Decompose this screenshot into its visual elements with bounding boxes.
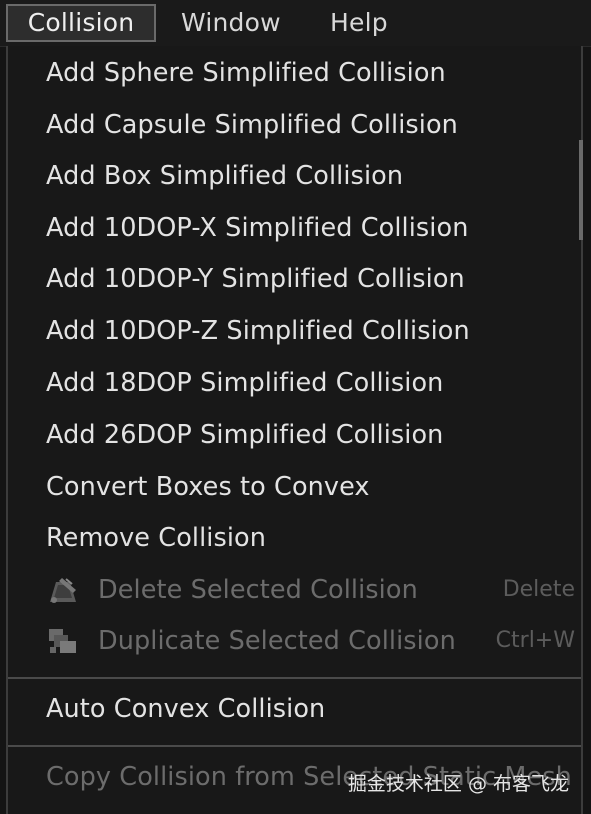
menu-item-label: Add 18DOP Simplified Collision — [46, 368, 444, 398]
menu-item-label: Add 26DOP Simplified Collision — [46, 420, 444, 450]
menu-item-remove-collision[interactable]: Remove Collision — [46, 518, 266, 558]
menu-item-add-10dop-y[interactable]: Add 10DOP-Y Simplified Collision — [46, 259, 465, 299]
menu-item-add-18dop[interactable]: Add 18DOP Simplified Collision — [46, 363, 443, 403]
menu-item-label: Add 10DOP-Z Simplified Collision — [46, 316, 470, 346]
menu-window[interactable]: Window — [181, 4, 281, 42]
menu-item-add-capsule[interactable]: Add Capsule Simplified Collision — [46, 105, 458, 145]
menu-item-auto-convex[interactable]: Auto Convex Collision — [46, 689, 325, 729]
menu-item-label: Add Capsule Simplified Collision — [46, 110, 458, 140]
duplicate-collision-icon — [46, 627, 80, 655]
shortcut-delete: Delete — [502, 577, 575, 602]
menu-item-add-box[interactable]: Add Box Simplified Collision — [46, 156, 403, 196]
scrollbar[interactable] — [579, 140, 583, 240]
menu-bar: Collision Window Help — [0, 0, 591, 47]
menu-item-add-sphere[interactable]: Add Sphere Simplified Collision — [46, 53, 446, 93]
shortcut-duplicate: Ctrl+W — [495, 628, 575, 653]
menu-item-label: Convert Boxes to Convex — [46, 472, 370, 502]
editor-window: Collision Window Help Add Sphere Simplif… — [0, 0, 591, 814]
menu-item-delete-selected[interactable]: Delete Selected Collision — [46, 570, 581, 610]
menu-item-add-26dop[interactable]: Add 26DOP Simplified Collision — [46, 415, 443, 455]
menu-item-label: Add Sphere Simplified Collision — [46, 58, 446, 88]
menu-separator — [8, 745, 581, 747]
menu-item-convert-boxes[interactable]: Convert Boxes to Convex — [46, 467, 370, 507]
menu-collision[interactable]: Collision — [6, 4, 156, 42]
menu-item-label: Duplicate Selected Collision — [98, 626, 456, 656]
menu-item-add-10dop-x[interactable]: Add 10DOP-X Simplified Collision — [46, 208, 468, 248]
menu-item-label: Add Box Simplified Collision — [46, 161, 404, 191]
menu-item-add-10dop-z[interactable]: Add 10DOP-Z Simplified Collision — [46, 311, 470, 351]
menu-help[interactable]: Help — [330, 4, 388, 42]
menu-separator — [8, 677, 581, 679]
watermark: 掘金技术社区 @ 布客飞龙 — [347, 773, 569, 795]
menu-item-label: Add 10DOP-Y Simplified Collision — [46, 264, 465, 294]
collision-dropdown-menu: Add Sphere Simplified Collision Add Caps… — [6, 46, 583, 814]
delete-collision-icon — [46, 576, 80, 604]
menu-item-label: Auto Convex Collision — [46, 694, 326, 724]
menu-item-label: Remove Collision — [46, 523, 266, 553]
menu-item-label: Add 10DOP-X Simplified Collision — [46, 213, 469, 243]
menu-item-label: Delete Selected Collision — [98, 575, 418, 605]
